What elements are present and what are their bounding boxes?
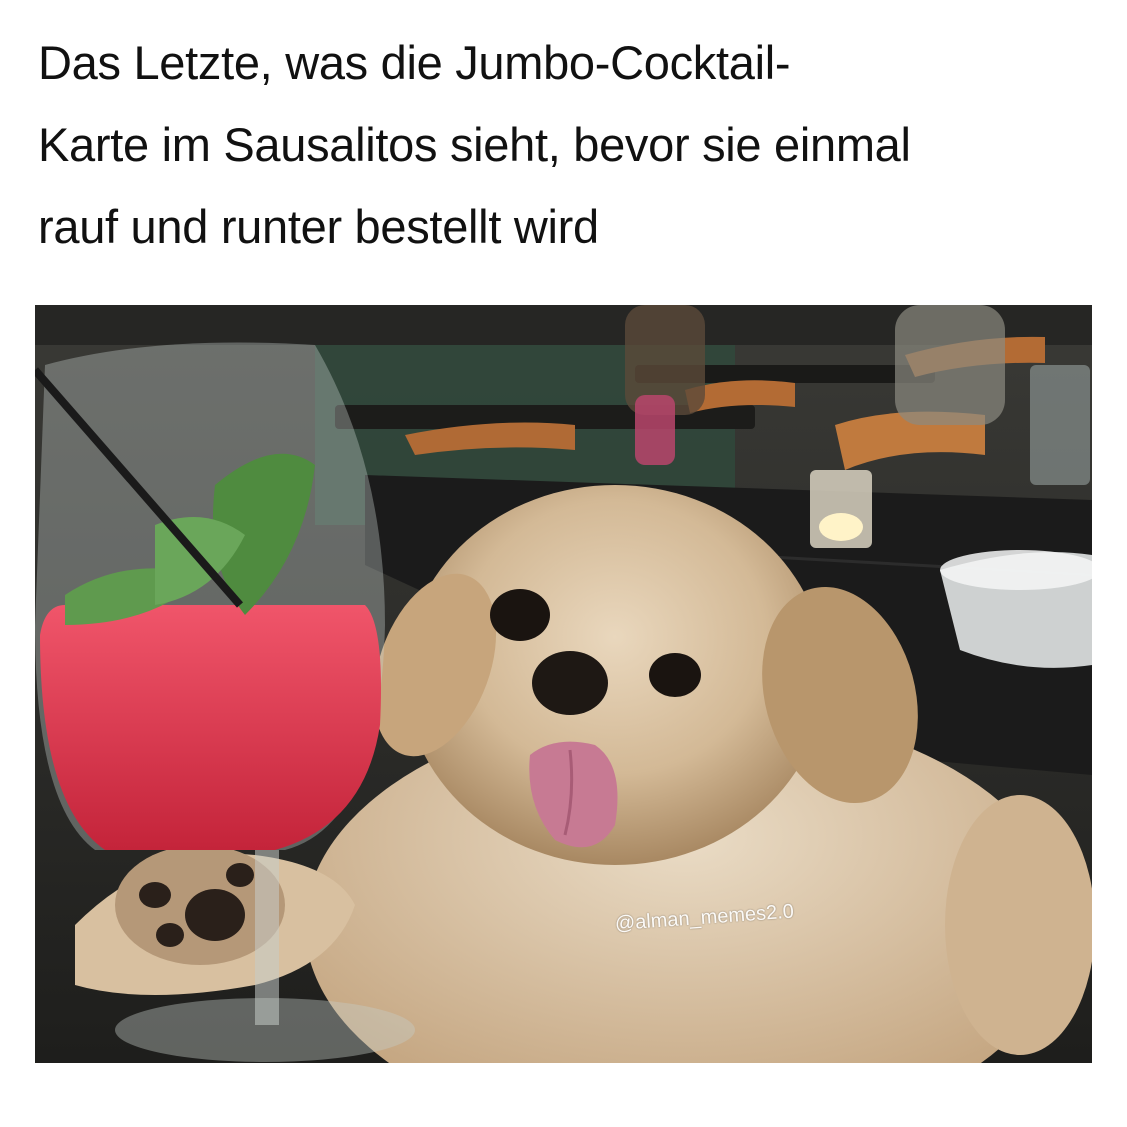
pink-bag <box>635 395 675 465</box>
dog-paw-pad <box>185 889 245 941</box>
dog-nose <box>532 651 608 715</box>
glass-base <box>115 998 415 1062</box>
dog-paw-right <box>945 795 1092 1055</box>
photo-illustration <box>35 305 1092 1063</box>
dog-toe-pad-3 <box>226 863 254 887</box>
dog-toe-pad <box>139 882 171 908</box>
dog-eye-right <box>649 653 701 697</box>
meme-caption: Das Letzte, was die Jumbo-Cocktail- Kart… <box>38 22 1098 268</box>
dog-toe-pad-2 <box>156 923 184 947</box>
caption-line-3: rauf und runter bestellt wird <box>38 200 599 253</box>
dog-eye-left <box>490 589 550 641</box>
caption-line-2: Karte im Sausalitos sieht, bevor sie ein… <box>38 118 911 171</box>
candle-flame-glow <box>819 513 863 541</box>
person-silhouette-2 <box>895 305 1005 425</box>
caption-line-1: Das Letzte, was die Jumbo-Cocktail- <box>38 36 791 89</box>
dog-cocktail-photo: @alman_memes2.0 <box>35 305 1092 1063</box>
water-glass <box>1030 365 1090 485</box>
cocktail-drink <box>40 605 381 850</box>
